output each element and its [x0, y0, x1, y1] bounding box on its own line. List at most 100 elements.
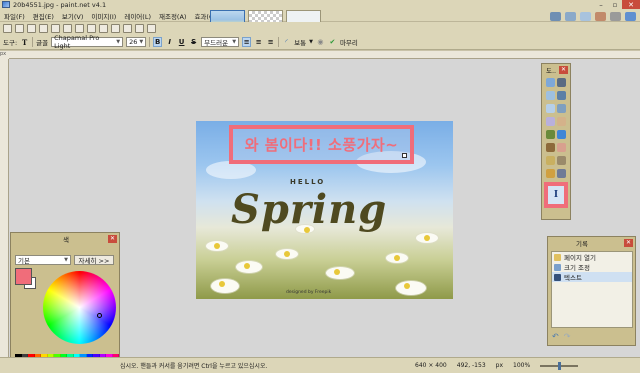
font-size-select[interactable]: 26 ▼ — [126, 37, 147, 47]
colors-toggle-icon[interactable] — [595, 12, 606, 21]
colors-window: 색 ✕ 기본 ▼ 자세히 >> — [10, 232, 120, 373]
text-tool-icon[interactable]: T — [20, 37, 29, 47]
tool-options-bar: 도구: T 글꼴 Chapamal Pro Light ▼ 26 ▼ B I U S… — [0, 34, 640, 50]
save-icon[interactable] — [27, 24, 36, 33]
move-selected-icon[interactable] — [557, 91, 566, 100]
menu-item[interactable]: 재조정(A) — [155, 11, 190, 21]
finish-button[interactable]: 마무리 — [340, 37, 358, 47]
antialias-icon[interactable]: ◜ — [282, 37, 291, 47]
primary-color-swatch[interactable] — [15, 268, 32, 285]
new-file-icon[interactable] — [3, 24, 12, 33]
layers-toggle-icon[interactable] — [580, 12, 591, 21]
history-item-selected[interactable]: 텍스트 — [552, 272, 632, 282]
color-mode-select[interactable]: 기본 ▼ — [15, 255, 71, 265]
zoom-text[interactable]: 100% — [513, 362, 530, 369]
gradient-icon[interactable] — [557, 130, 566, 139]
history-item-label: 페이지 열기 — [564, 254, 596, 262]
menu-item[interactable]: 이미지(I) — [87, 11, 120, 21]
close-button[interactable]: ✕ — [622, 0, 640, 9]
deselect-icon[interactable] — [99, 24, 108, 33]
redo-arrow-icon[interactable]: ↷ — [564, 332, 571, 341]
image-size-text: 640 × 400 — [415, 362, 447, 369]
text-tool-icon[interactable]: I — [544, 182, 568, 208]
bold-button[interactable]: B — [153, 37, 163, 47]
lasso-icon[interactable] — [546, 91, 555, 100]
paint-bucket-icon[interactable] — [546, 130, 555, 139]
underline-button[interactable]: U — [177, 37, 186, 47]
window-toggle-icons — [550, 12, 636, 21]
more-button-label: 자세히 >> — [78, 257, 110, 265]
open-page-icon — [554, 253, 561, 261]
unit-select[interactable]: px — [496, 362, 503, 369]
history-item[interactable]: 페이지 열기 — [552, 252, 632, 262]
align-center-button[interactable]: ≡ — [254, 37, 263, 47]
open-file-icon[interactable] — [15, 24, 24, 33]
crop-icon[interactable] — [87, 24, 96, 33]
brush-icon[interactable] — [546, 143, 555, 152]
rect-select-icon[interactable] — [546, 78, 555, 87]
checkmark-icon[interactable]: ✔ — [328, 37, 337, 47]
history-window-header: 기록 ✕ — [548, 237, 635, 248]
more-button[interactable]: 자세히 >> — [74, 255, 114, 265]
history-item[interactable]: 크기 조정 — [552, 262, 632, 272]
close-icon[interactable]: ✕ — [624, 238, 633, 247]
copy-icon[interactable] — [63, 24, 72, 33]
selection-mode-icon[interactable]: ◉ — [316, 37, 325, 47]
text-edit-box[interactable]: 와 봄이다!! 소풍가자~ — [229, 125, 414, 164]
rendering-mode-select[interactable]: 부드러운 ▼ — [201, 37, 240, 47]
title-bar: 20b4551.jpg - paint.net v4.1 – ▫ ✕ — [0, 0, 640, 9]
menu-item[interactable]: 편집(E) — [29, 11, 58, 21]
chevron-down-icon: ▼ — [64, 257, 68, 263]
history-toggle-icon[interactable] — [565, 12, 576, 21]
status-message: 십시오. 핸들과 커서를 움기려면 Ctrl을 누르고 있으십시오. — [120, 363, 268, 370]
color-wheel[interactable] — [43, 271, 116, 344]
close-icon[interactable]: ✕ — [108, 234, 117, 243]
ruler-icon[interactable] — [147, 24, 156, 33]
help-icon[interactable] — [625, 12, 636, 21]
zoom-icon[interactable] — [557, 104, 566, 113]
ellipse-select-icon[interactable] — [546, 104, 555, 113]
color-wheel-marker[interactable] — [97, 313, 102, 318]
move-handle[interactable] — [402, 153, 407, 158]
menu-item[interactable]: 파일(F) — [0, 11, 29, 21]
recolor-icon[interactable] — [546, 169, 555, 178]
color-picker-icon[interactable] — [557, 169, 566, 178]
paste-icon[interactable] — [75, 24, 84, 33]
align-left-button[interactable]: ≡ — [242, 37, 252, 47]
chevron-down-icon: ▼ — [116, 39, 121, 45]
menu-item[interactable]: 보기(V) — [58, 11, 87, 21]
pencil-icon[interactable] — [546, 156, 555, 165]
undo-arrow-icon[interactable]: ↶ — [552, 332, 559, 341]
align-right-button[interactable]: ≡ — [266, 37, 275, 47]
pan-icon[interactable] — [557, 117, 566, 126]
clone-stamp-icon[interactable] — [557, 156, 566, 165]
move-selection-icon[interactable] — [557, 78, 566, 87]
hello-text: HELLO — [290, 178, 326, 186]
chevron-down-icon: ▼ — [309, 39, 313, 45]
redo-icon[interactable] — [123, 24, 132, 33]
menu-item[interactable]: 레이어(L) — [120, 11, 155, 21]
zoom-slider[interactable] — [540, 361, 579, 370]
minimize-button[interactable]: – — [594, 0, 608, 9]
eraser-icon[interactable] — [557, 143, 566, 152]
cursor-position-text: 492, -153 — [456, 362, 486, 369]
close-icon[interactable]: ✕ — [559, 65, 568, 74]
settings-icon[interactable] — [610, 12, 621, 21]
undo-icon[interactable] — [111, 24, 120, 33]
italic-button[interactable]: I — [165, 37, 174, 47]
tools-toggle-icon[interactable] — [550, 12, 561, 21]
cut-icon[interactable] — [51, 24, 60, 33]
status-bar: 십시오. 핸들과 커서를 움기려면 Ctrl을 누르고 있으십시오. 640 ×… — [0, 357, 640, 373]
text-icon — [554, 273, 561, 281]
maximize-button[interactable]: ▫ — [608, 0, 622, 9]
magic-wand-icon[interactable] — [546, 117, 555, 126]
grid-icon[interactable] — [135, 24, 144, 33]
tools-window-header: 도.. ✕ — [542, 64, 570, 75]
overlay-text[interactable]: 와 봄이다!! 소풍가자~ — [245, 134, 399, 155]
blend-mode-select[interactable]: 보통 — [294, 37, 306, 47]
font-family-select[interactable]: Chapamal Pro Light ▼ — [51, 34, 124, 50]
strikethrough-button[interactable]: S — [189, 37, 198, 47]
print-icon[interactable] — [39, 24, 48, 33]
separator — [32, 37, 34, 47]
daisy — [396, 281, 426, 295]
